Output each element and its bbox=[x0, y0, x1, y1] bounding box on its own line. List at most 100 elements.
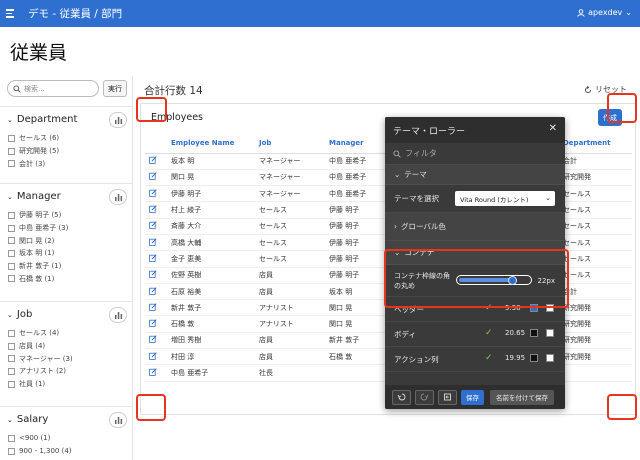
facet-option[interactable]: 店員 (4) bbox=[0, 340, 133, 353]
menu-icon[interactable] bbox=[6, 9, 26, 18]
employee-name-cell: 村田 淳 bbox=[167, 348, 255, 366]
facet-option[interactable]: 中島 亜希子 (3) bbox=[0, 222, 133, 235]
facet-option[interactable]: 石橋 敦 (1) bbox=[0, 272, 133, 285]
checkbox[interactable] bbox=[8, 262, 15, 270]
checkbox[interactable] bbox=[8, 447, 15, 455]
page-title: 従業員 bbox=[10, 42, 68, 64]
save-as-button[interactable]: 名前を付けて保存 bbox=[490, 389, 554, 405]
facet-option[interactable]: 坂本 明 (1) bbox=[0, 247, 133, 260]
department-cell: セールス bbox=[559, 185, 632, 203]
facet-option[interactable]: 会計 (3) bbox=[0, 157, 133, 170]
edit-icon[interactable] bbox=[149, 335, 157, 345]
facet-header[interactable]: ⌄ Salary bbox=[0, 406, 133, 432]
color-swatch-foreground[interactable] bbox=[530, 354, 538, 362]
checkbox[interactable] bbox=[8, 134, 15, 142]
department-cell: 研究開発 bbox=[559, 169, 632, 187]
edit-icon[interactable] bbox=[149, 303, 157, 313]
facet-option[interactable]: アナリスト (2) bbox=[0, 365, 133, 378]
facet-option[interactable]: 900 - 1,300 (4) bbox=[0, 445, 133, 458]
contrast-row-label: アクション列 bbox=[394, 354, 439, 364]
edit-icon[interactable] bbox=[149, 270, 157, 280]
checkbox[interactable] bbox=[8, 342, 15, 350]
department-cell: 研究開発 bbox=[559, 332, 632, 350]
facet-option[interactable]: <900 (1) bbox=[0, 432, 133, 445]
user-menu[interactable]: apexdev ⌄ bbox=[577, 8, 632, 17]
chart-button[interactable] bbox=[109, 412, 127, 428]
theme-select[interactable]: Vita Round (カレント) ⌄ bbox=[455, 191, 555, 206]
theme-roller-footer: 保存 名前を付けて保存 bbox=[385, 385, 565, 409]
redo-button[interactable] bbox=[415, 389, 434, 405]
facet-header[interactable]: ⌄ Manager bbox=[0, 183, 133, 209]
facet-option[interactable]: マネージャー (3) bbox=[0, 352, 133, 365]
edit-icon[interactable] bbox=[149, 319, 157, 329]
edit-icon[interactable] bbox=[149, 172, 157, 182]
edit-icon[interactable] bbox=[149, 237, 157, 248]
checkbox[interactable] bbox=[8, 275, 15, 283]
checkbox[interactable] bbox=[8, 249, 15, 257]
facet-option[interactable]: 関口 晃 (2) bbox=[0, 234, 133, 247]
edit-icon[interactable] bbox=[149, 205, 157, 215]
facet-option[interactable]: セールス (4) bbox=[0, 327, 133, 340]
facet-title: Manager bbox=[16, 191, 61, 202]
chart-button[interactable] bbox=[109, 112, 127, 128]
checkbox[interactable] bbox=[8, 147, 15, 155]
column-header-employee-name[interactable]: Employee Name bbox=[167, 133, 255, 154]
filter-input[interactable]: フィルタ bbox=[385, 143, 565, 165]
close-icon[interactable]: ✕ bbox=[549, 123, 557, 134]
color-swatch-background[interactable] bbox=[546, 354, 554, 362]
employee-name-cell: 中島 亜希子 bbox=[167, 364, 255, 382]
facet-option[interactable]: 伊藤 明子 (5) bbox=[0, 209, 133, 222]
checkbox[interactable] bbox=[8, 367, 15, 375]
facet-header[interactable]: ⌄ Department bbox=[0, 106, 133, 132]
column-header-department[interactable]: Department bbox=[559, 133, 632, 154]
theme-roller-header[interactable]: テーマ・ローラー ✕ bbox=[385, 117, 565, 143]
checkbox[interactable] bbox=[8, 355, 15, 363]
search-icon bbox=[393, 149, 401, 158]
facet-option[interactable]: 社員 (1) bbox=[0, 378, 133, 391]
section-theme[interactable]: ⌄ テーマ bbox=[385, 165, 565, 185]
filter-placeholder: フィルタ bbox=[405, 149, 437, 158]
save-button[interactable]: 保存 bbox=[461, 389, 484, 405]
department-cell: 研究開発 bbox=[559, 299, 632, 317]
edit-icon[interactable] bbox=[149, 254, 157, 264]
reset-theme-button[interactable] bbox=[438, 389, 457, 405]
facet-option[interactable]: 新井 敦子 (1) bbox=[0, 260, 133, 273]
checkbox[interactable] bbox=[8, 224, 15, 232]
chevron-right-icon: › bbox=[394, 222, 397, 231]
color-swatch-foreground[interactable] bbox=[530, 329, 538, 337]
facet-title: Department bbox=[16, 114, 78, 125]
checkbox[interactable] bbox=[8, 211, 15, 219]
edit-icon[interactable] bbox=[149, 368, 157, 378]
checkbox[interactable] bbox=[8, 380, 15, 388]
user-icon bbox=[577, 8, 585, 17]
facet-header[interactable]: ⌄ Job bbox=[0, 301, 133, 327]
go-button[interactable]: 実行 bbox=[103, 80, 127, 97]
chart-button[interactable] bbox=[109, 307, 127, 323]
facet-option[interactable]: セールス (6) bbox=[0, 132, 133, 145]
chevron-down-icon: ⌄ bbox=[545, 194, 551, 202]
job-cell: アナリスト bbox=[255, 299, 325, 317]
employee-name-cell: 佐野 英樹 bbox=[167, 267, 255, 284]
edit-icon[interactable] bbox=[149, 286, 157, 297]
edit-icon[interactable] bbox=[149, 189, 157, 199]
checkbox[interactable] bbox=[8, 329, 15, 337]
edit-icon[interactable] bbox=[149, 156, 157, 166]
facet-option[interactable]: 研究開発 (5) bbox=[0, 145, 133, 158]
checkbox[interactable] bbox=[8, 160, 15, 168]
section-global-colors[interactable]: › グローバル色 bbox=[385, 213, 565, 241]
contrast-row: ボディ ✓ 20.65 bbox=[385, 322, 565, 347]
column-header-job[interactable]: Job bbox=[255, 133, 325, 154]
undo-button[interactable] bbox=[392, 389, 411, 405]
app-title[interactable]: デモ - 従業員 / 部門 bbox=[28, 6, 122, 21]
chevron-down-icon: ⌄ bbox=[7, 310, 13, 319]
color-swatch-background[interactable] bbox=[546, 329, 554, 337]
search-input[interactable]: 検索... bbox=[7, 80, 99, 97]
chart-button[interactable] bbox=[109, 189, 127, 205]
checkbox[interactable] bbox=[8, 237, 15, 245]
employee-name-cell: 高橋 大輔 bbox=[167, 234, 255, 252]
reset-icon bbox=[444, 393, 451, 401]
check-icon: ✓ bbox=[485, 353, 493, 363]
edit-icon[interactable] bbox=[149, 221, 157, 231]
edit-icon[interactable] bbox=[149, 352, 157, 362]
checkbox[interactable] bbox=[8, 434, 15, 442]
